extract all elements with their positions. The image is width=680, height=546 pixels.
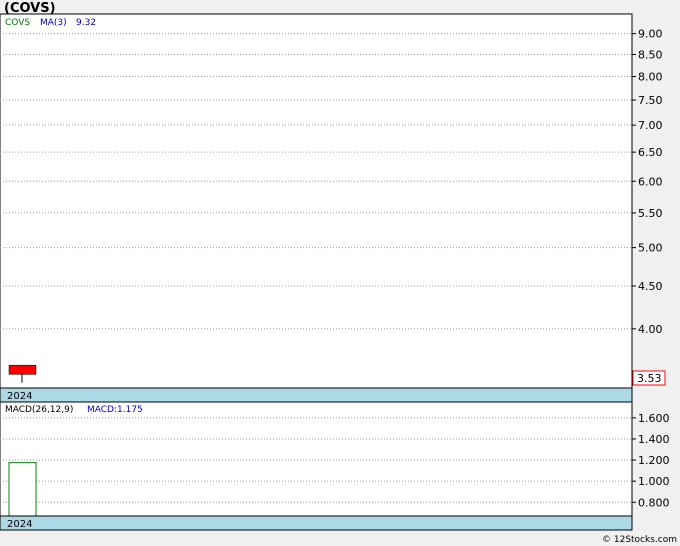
copyright: © 12Stocks.com — [602, 535, 677, 545]
price-tick-label: 5.50 — [638, 207, 663, 220]
macd-legend-value: MACD:1.175 — [87, 405, 143, 415]
macd-tick-label: 1.200 — [638, 454, 670, 467]
chart-root: (COVS) 9.00 8.50 8.00 7.50 7.00 6.50 6.00 5.50 5… — [0, 0, 680, 546]
price-tick-label: 8.00 — [638, 71, 663, 84]
candle-body — [8, 364, 37, 375]
macd-tick-label: 1.000 — [638, 475, 670, 488]
price-tick-label: 6.00 — [638, 175, 663, 188]
price-tick-label: 4.00 — [638, 323, 663, 336]
price-x-band — [0, 387, 633, 403]
macd-x-label: 2024 — [7, 519, 32, 530]
price-tick-label: 9.00 — [638, 28, 663, 41]
price-y-axis: 9.00 8.50 8.00 7.50 7.00 6.50 6.00 5.50 5.00 4.50… — [632, 28, 663, 336]
price-tick-label: 7.00 — [638, 119, 663, 132]
macd-bar — [8, 462, 37, 517]
price-plot-area — [0, 13, 633, 389]
ma-legend-value: 9.32 — [76, 18, 96, 28]
ticker-legend: COVS — [5, 18, 30, 28]
macd-legend-label: MACD(26,12,9) — [5, 405, 73, 415]
price-tick-label: 4.50 — [638, 280, 663, 293]
last-price-value: 3.53 — [637, 372, 662, 385]
macd-x-band — [0, 515, 633, 531]
ma-legend-label: MA(3) — [40, 18, 67, 28]
macd-tick-label: 1.400 — [638, 433, 670, 446]
macd-plot-area — [0, 401, 633, 517]
macd-tick-label: 0.800 — [638, 496, 670, 509]
price-tick-label: 7.50 — [638, 94, 663, 107]
price-tick-label: 8.50 — [638, 48, 663, 61]
macd-y-axis: 1.600 1.400 1.200 1.000 0.800 — [632, 412, 670, 509]
price-x-label: 2024 — [7, 391, 32, 402]
price-tick-label: 6.50 — [638, 146, 663, 159]
price-tick-label: 5.00 — [638, 242, 663, 255]
chart-svg: (COVS) 9.008.508.007.507.006.506.005.505… — [0, 1, 677, 545]
macd-tick-label: 1.600 — [638, 412, 670, 425]
macd-bars — [8, 462, 37, 517]
